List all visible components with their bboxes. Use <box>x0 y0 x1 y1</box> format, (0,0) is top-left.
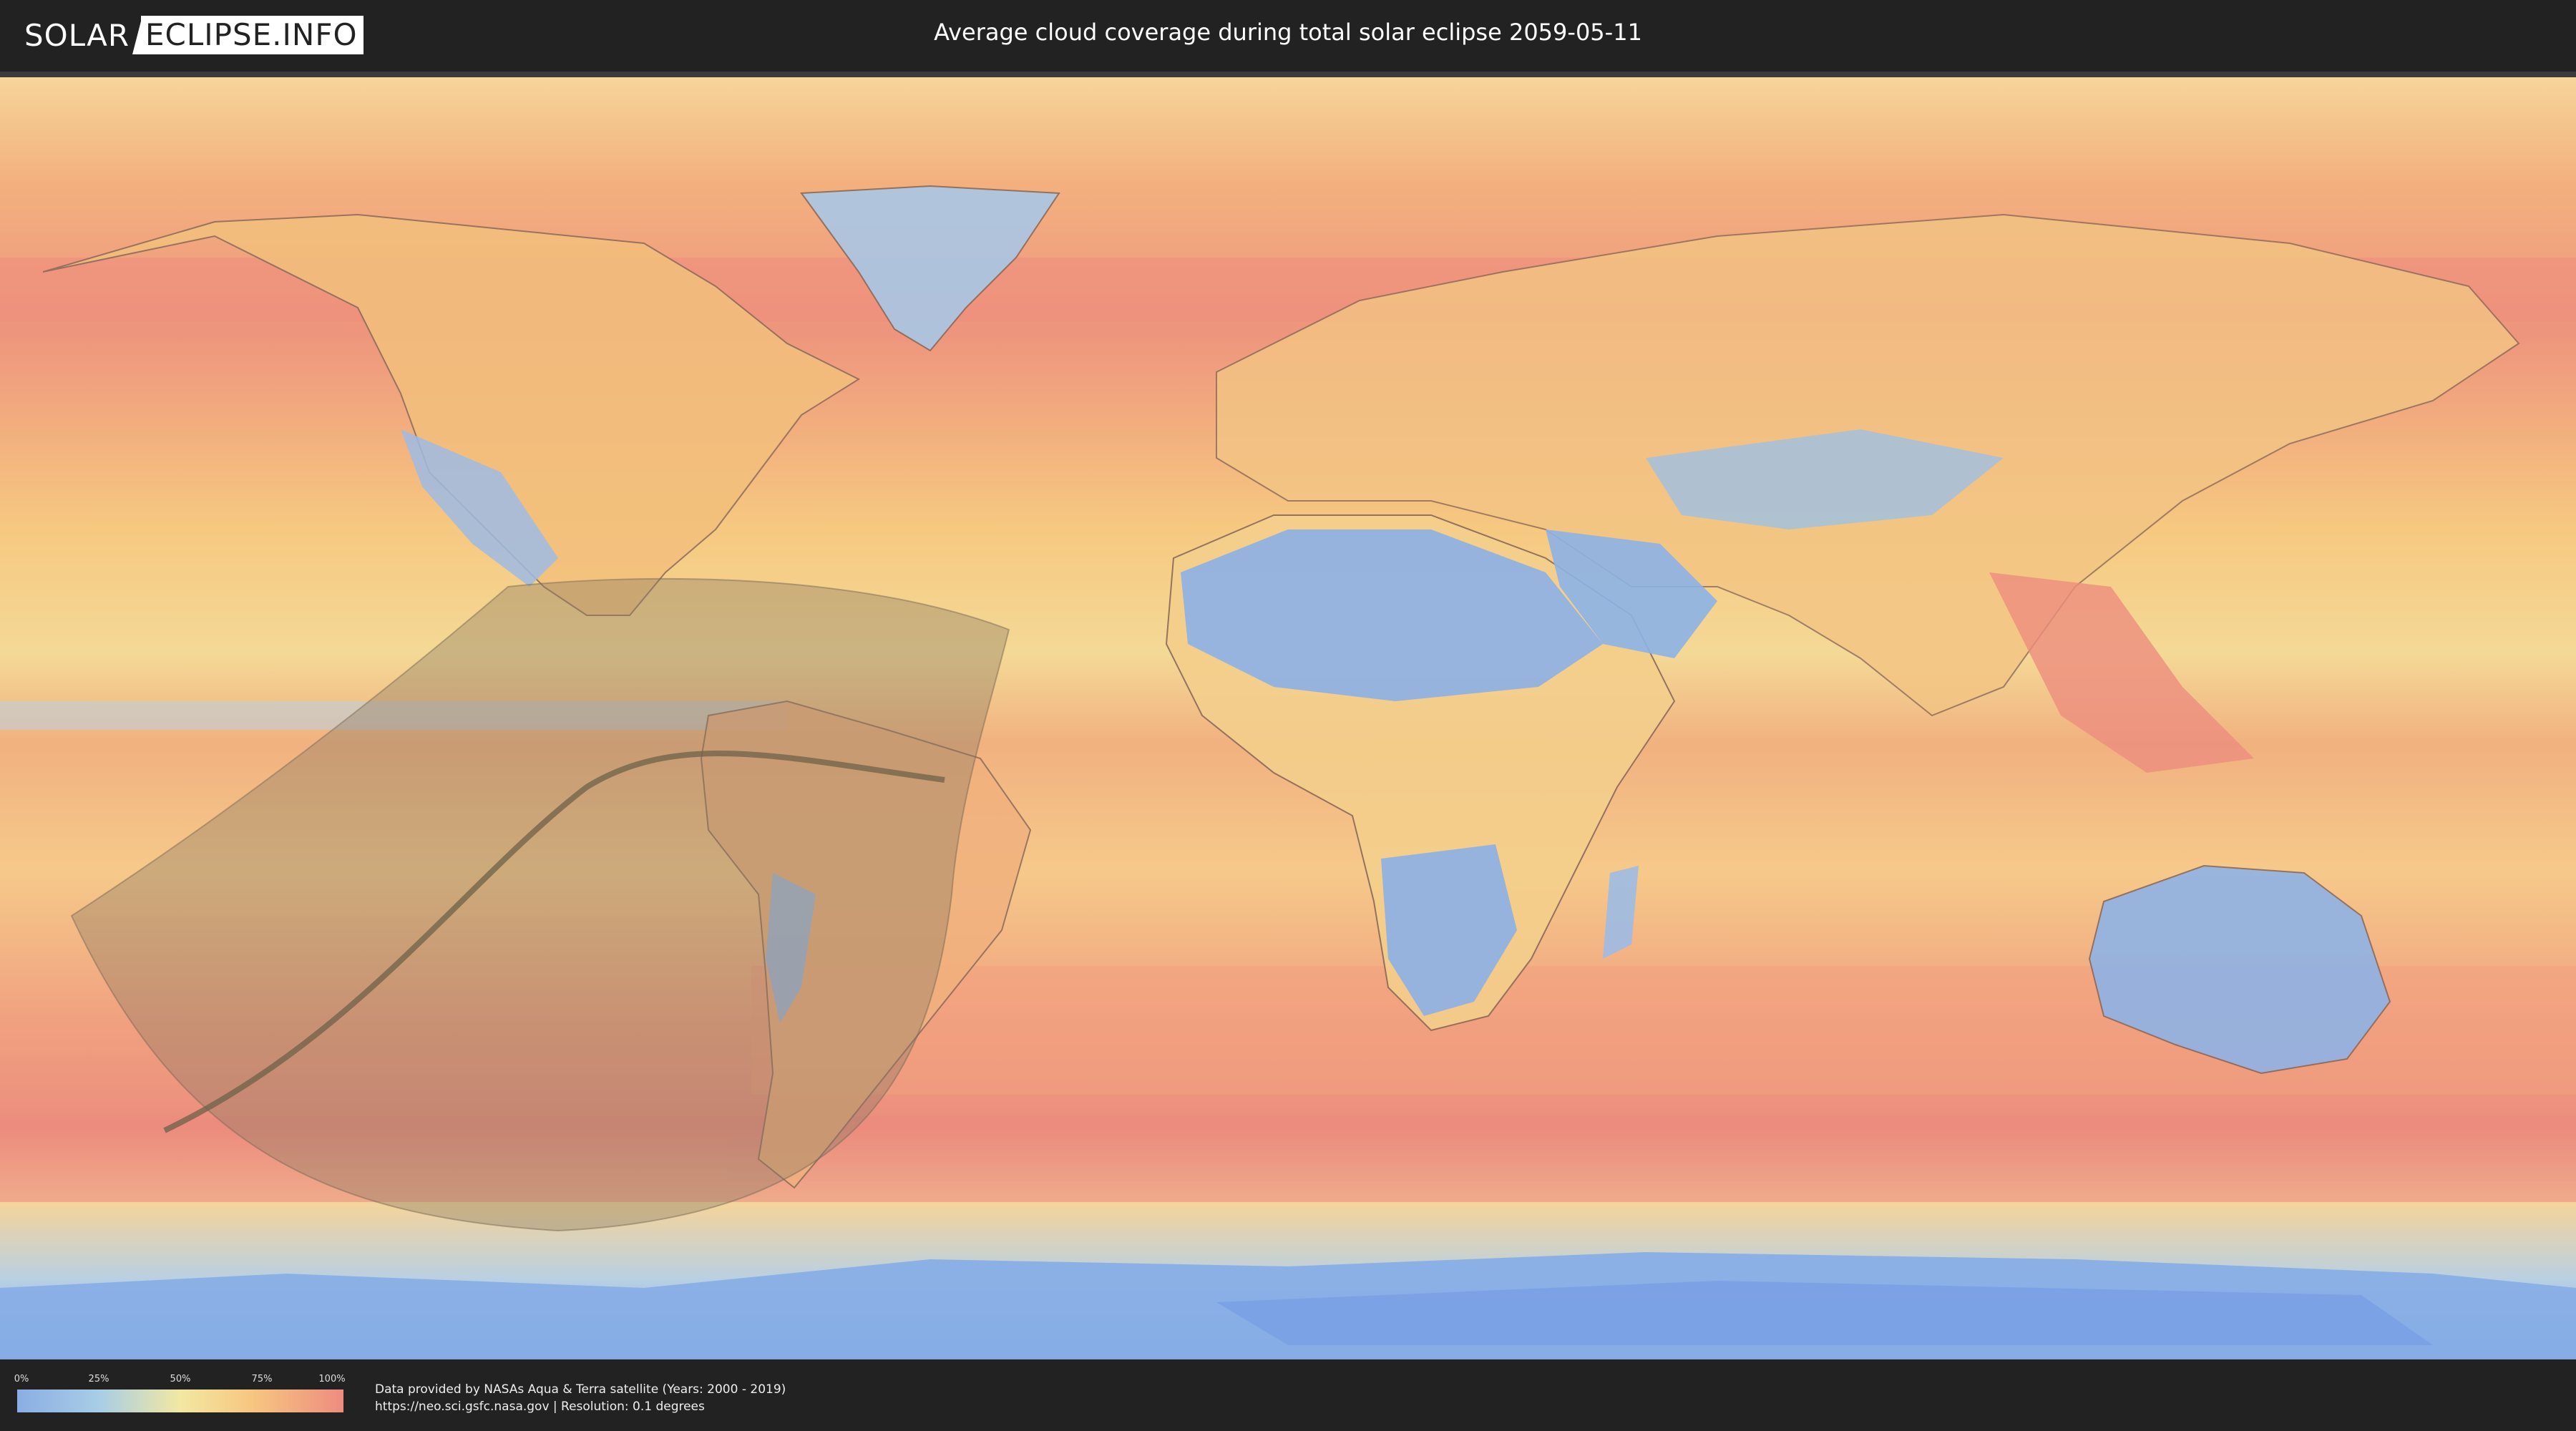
page-title: Average cloud coverage during total sola… <box>934 19 1642 46</box>
credit-line-source: Data provided by NASAs Aqua & Terra sate… <box>375 1382 786 1397</box>
legend-ticks: 0% 25% 50% 75% 100% <box>14 1374 346 1385</box>
legend-tick-50: 50% <box>170 1374 191 1384</box>
legend-color-bar <box>17 1390 343 1412</box>
footer: 0% 25% 50% 75% 100% Data provided by NAS… <box>0 1359 2576 1431</box>
legend-tick-100: 100% <box>318 1374 346 1384</box>
legend-tick-0: 0% <box>14 1374 29 1384</box>
legend-tick-25: 25% <box>88 1374 109 1384</box>
credit-line-url[interactable]: https://neo.sci.gsfc.nasa.gov | Resoluti… <box>375 1398 786 1415</box>
map-canvas <box>0 77 2576 1359</box>
data-credits: Data provided by NASAs Aqua & Terra sate… <box>375 1381 786 1415</box>
top-bar: SOLAR ECLIPSE.INFO Average cloud coverag… <box>0 0 2576 72</box>
legend-tick-75: 75% <box>251 1374 273 1384</box>
cloud-coverage-map[interactable] <box>0 72 2576 1359</box>
cloud-coverage-legend: 0% 25% 50% 75% 100% <box>14 1374 346 1417</box>
